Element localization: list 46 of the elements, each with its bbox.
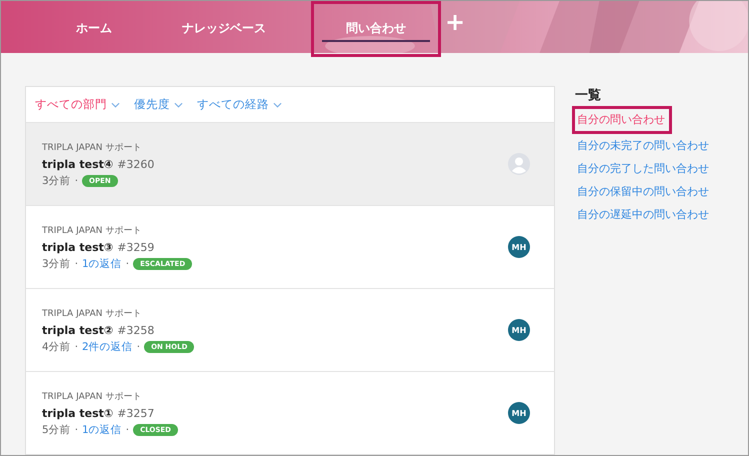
ticket-age: 3分前 xyxy=(42,256,71,270)
add-tab-button[interactable]: + xyxy=(445,11,466,33)
ticket-source: TRIPLA JAPAN サポート xyxy=(42,224,142,236)
ticket-age: 4分前 xyxy=(42,340,71,354)
chevron-down-icon xyxy=(111,102,120,108)
ticket-number: #3258 xyxy=(117,324,154,336)
sidebar-link[interactable]: 自分の未完了の問い合わせ xyxy=(575,135,713,157)
separator-dot: · xyxy=(74,340,78,352)
separator-dot: · xyxy=(74,258,78,270)
separator-dot: · xyxy=(74,424,78,436)
ticket-number: #3257 xyxy=(117,406,154,420)
filter-dropdown[interactable]: すべての経路 xyxy=(197,96,282,113)
ticket-source: TRIPLA JAPAN サポート xyxy=(42,308,142,320)
sidebar-link[interactable]: 自分の完了した問い合わせ xyxy=(575,158,713,180)
sidebar-link[interactable]: 自分の遅延中の問い合わせ xyxy=(575,204,713,226)
avatar: MH xyxy=(508,319,530,341)
avatar: MH xyxy=(508,236,530,258)
ticket-source: TRIPLA JAPAN サポート xyxy=(42,390,142,402)
replies-link[interactable]: 1の返信 xyxy=(82,422,122,436)
ticket-title: tripla test③ xyxy=(42,240,114,254)
ticket-title: tripla test② xyxy=(42,324,114,336)
nav-tab[interactable]: 問い合わせ xyxy=(311,1,441,57)
ticket-number: #3260 xyxy=(117,158,154,170)
separator-dot: · xyxy=(126,424,130,436)
chevron-down-icon xyxy=(174,102,183,108)
ticket-title: tripla test④ xyxy=(42,158,114,170)
separator-dot: · xyxy=(126,258,130,270)
nav-tab[interactable]: ホーム xyxy=(51,1,137,34)
user-silhouette-icon xyxy=(508,153,530,175)
avatar: MH xyxy=(508,402,530,424)
ticket-title: tripla test① xyxy=(42,406,114,420)
ticket-source: TRIPLA JAPAN サポート xyxy=(42,142,142,154)
nav-tab[interactable]: ナレッジベース xyxy=(157,1,291,34)
chevron-down-icon xyxy=(273,102,282,108)
ticket-age: 3分前 xyxy=(42,174,71,188)
replies-link[interactable]: 1の返信 xyxy=(82,256,122,270)
sidebar-heading: 一覧 xyxy=(575,87,601,104)
separator-dot: · xyxy=(74,174,78,186)
sidebar-link[interactable]: 自分の問い合わせ xyxy=(572,106,672,134)
filter-dropdown[interactable]: 優先度 xyxy=(134,96,183,113)
filter-dropdown[interactable]: すべての部門 xyxy=(35,96,120,113)
sidebar-link[interactable]: 自分の保留中の問い合わせ xyxy=(575,181,713,203)
replies-link[interactable]: 2件の返信 xyxy=(82,340,133,354)
separator-dot: · xyxy=(136,340,140,352)
ticket-age: 5分前 xyxy=(42,422,71,436)
ticket-number: #3259 xyxy=(117,240,154,254)
